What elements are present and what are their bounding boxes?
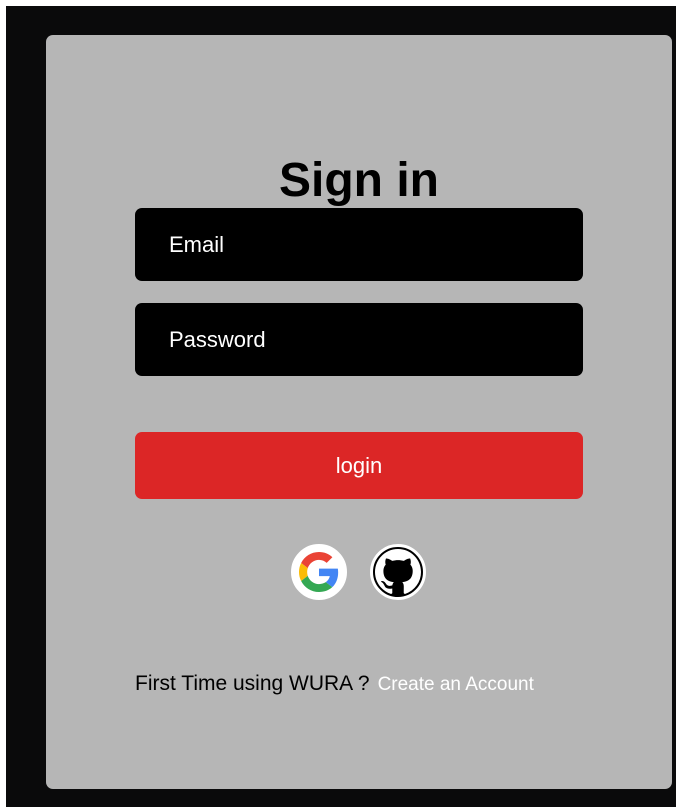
password-input[interactable] xyxy=(135,303,583,376)
page-title: Sign in xyxy=(279,154,439,207)
app-background: Sign in login First Time using WURA ? Cre… xyxy=(6,6,676,807)
create-account-link[interactable]: Create an Account xyxy=(378,674,534,695)
sign-up-prompt: First Time using WURA ? Create an Account xyxy=(135,670,635,700)
login-button[interactable]: login xyxy=(135,432,583,499)
email-input[interactable] xyxy=(135,208,583,281)
sign-in-card: Sign in login First Time using WURA ? Cre… xyxy=(46,35,672,789)
github-icon xyxy=(375,549,421,594)
google-icon xyxy=(299,552,339,592)
github-sign-in-button[interactable] xyxy=(370,544,426,600)
first-time-text: First Time using WURA ? xyxy=(135,672,370,695)
google-sign-in-button[interactable] xyxy=(291,544,347,600)
